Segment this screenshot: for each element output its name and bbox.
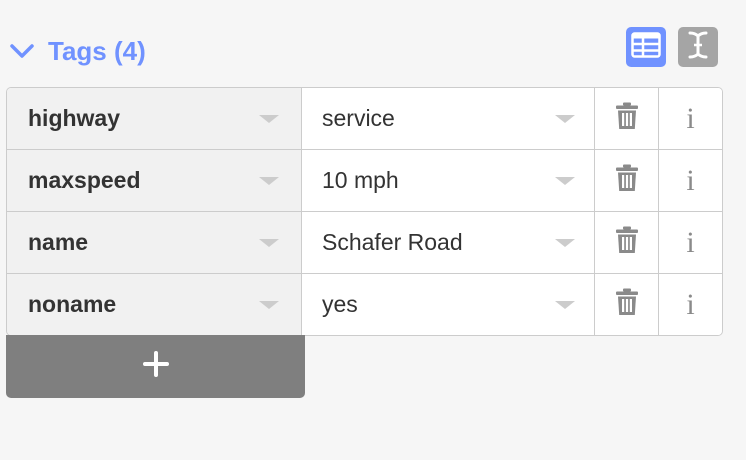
tag-key-text: name <box>28 229 89 255</box>
list-view-button[interactable] <box>626 27 666 67</box>
plus-icon <box>142 351 169 382</box>
tag-key-field[interactable]: highway <box>7 88 302 149</box>
dropdown-caret-icon[interactable] <box>555 300 575 309</box>
info-icon: i <box>686 101 695 135</box>
tag-key-field[interactable]: noname <box>7 274 302 335</box>
info-icon: i <box>686 163 695 197</box>
tag-key-text: noname <box>28 291 117 317</box>
tag-info-button[interactable]: i <box>659 274 722 335</box>
dropdown-caret-icon[interactable] <box>555 238 575 247</box>
tag-key-text: maxspeed <box>28 167 141 193</box>
delete-tag-button[interactable] <box>595 212 659 273</box>
info-icon: i <box>686 225 695 259</box>
tag-value-text: Schafer Road <box>322 229 463 255</box>
tag-value-text: yes <box>322 291 358 317</box>
tag-row: highway service i <box>7 88 722 150</box>
tag-list: highway service i maxspeed 10 mph i name… <box>6 87 723 336</box>
text-cursor-icon <box>687 30 709 65</box>
tag-info-button[interactable]: i <box>659 88 722 149</box>
chevron-down-icon <box>8 41 36 61</box>
dropdown-caret-icon[interactable] <box>555 176 575 185</box>
delete-tag-button[interactable] <box>595 88 659 149</box>
tag-value-field[interactable]: Schafer Road <box>302 212 595 273</box>
table-icon <box>631 31 661 63</box>
delete-tag-button[interactable] <box>595 274 659 335</box>
trash-icon <box>615 226 639 259</box>
tag-row: maxspeed 10 mph i <box>7 150 722 212</box>
dropdown-caret-icon[interactable] <box>259 238 279 247</box>
trash-icon <box>615 102 639 135</box>
view-toggle-group <box>626 27 718 67</box>
tag-key-field[interactable]: name <box>7 212 302 273</box>
tag-value-field[interactable]: 10 mph <box>302 150 595 211</box>
tags-section-toggle[interactable]: Tags (4) <box>8 32 146 70</box>
section-title: Tags (4) <box>48 35 146 66</box>
trash-icon <box>615 288 639 321</box>
trash-icon <box>615 164 639 197</box>
text-view-button[interactable] <box>678 27 718 67</box>
tag-key-field[interactable]: maxspeed <box>7 150 302 211</box>
tag-info-button[interactable]: i <box>659 212 722 273</box>
tag-row: name Schafer Road i <box>7 212 722 274</box>
tag-value-text: service <box>322 105 395 131</box>
tag-info-button[interactable]: i <box>659 150 722 211</box>
tag-key-text: highway <box>28 105 121 131</box>
dropdown-caret-icon[interactable] <box>259 176 279 185</box>
tag-value-field[interactable]: yes <box>302 274 595 335</box>
tag-value-field[interactable]: service <box>302 88 595 149</box>
dropdown-caret-icon[interactable] <box>555 114 575 123</box>
info-icon: i <box>686 287 695 321</box>
add-tag-button[interactable] <box>6 335 305 398</box>
tag-row: noname yes i <box>7 274 722 335</box>
dropdown-caret-icon[interactable] <box>259 300 279 309</box>
delete-tag-button[interactable] <box>595 150 659 211</box>
dropdown-caret-icon[interactable] <box>259 114 279 123</box>
tag-value-text: 10 mph <box>322 167 399 193</box>
